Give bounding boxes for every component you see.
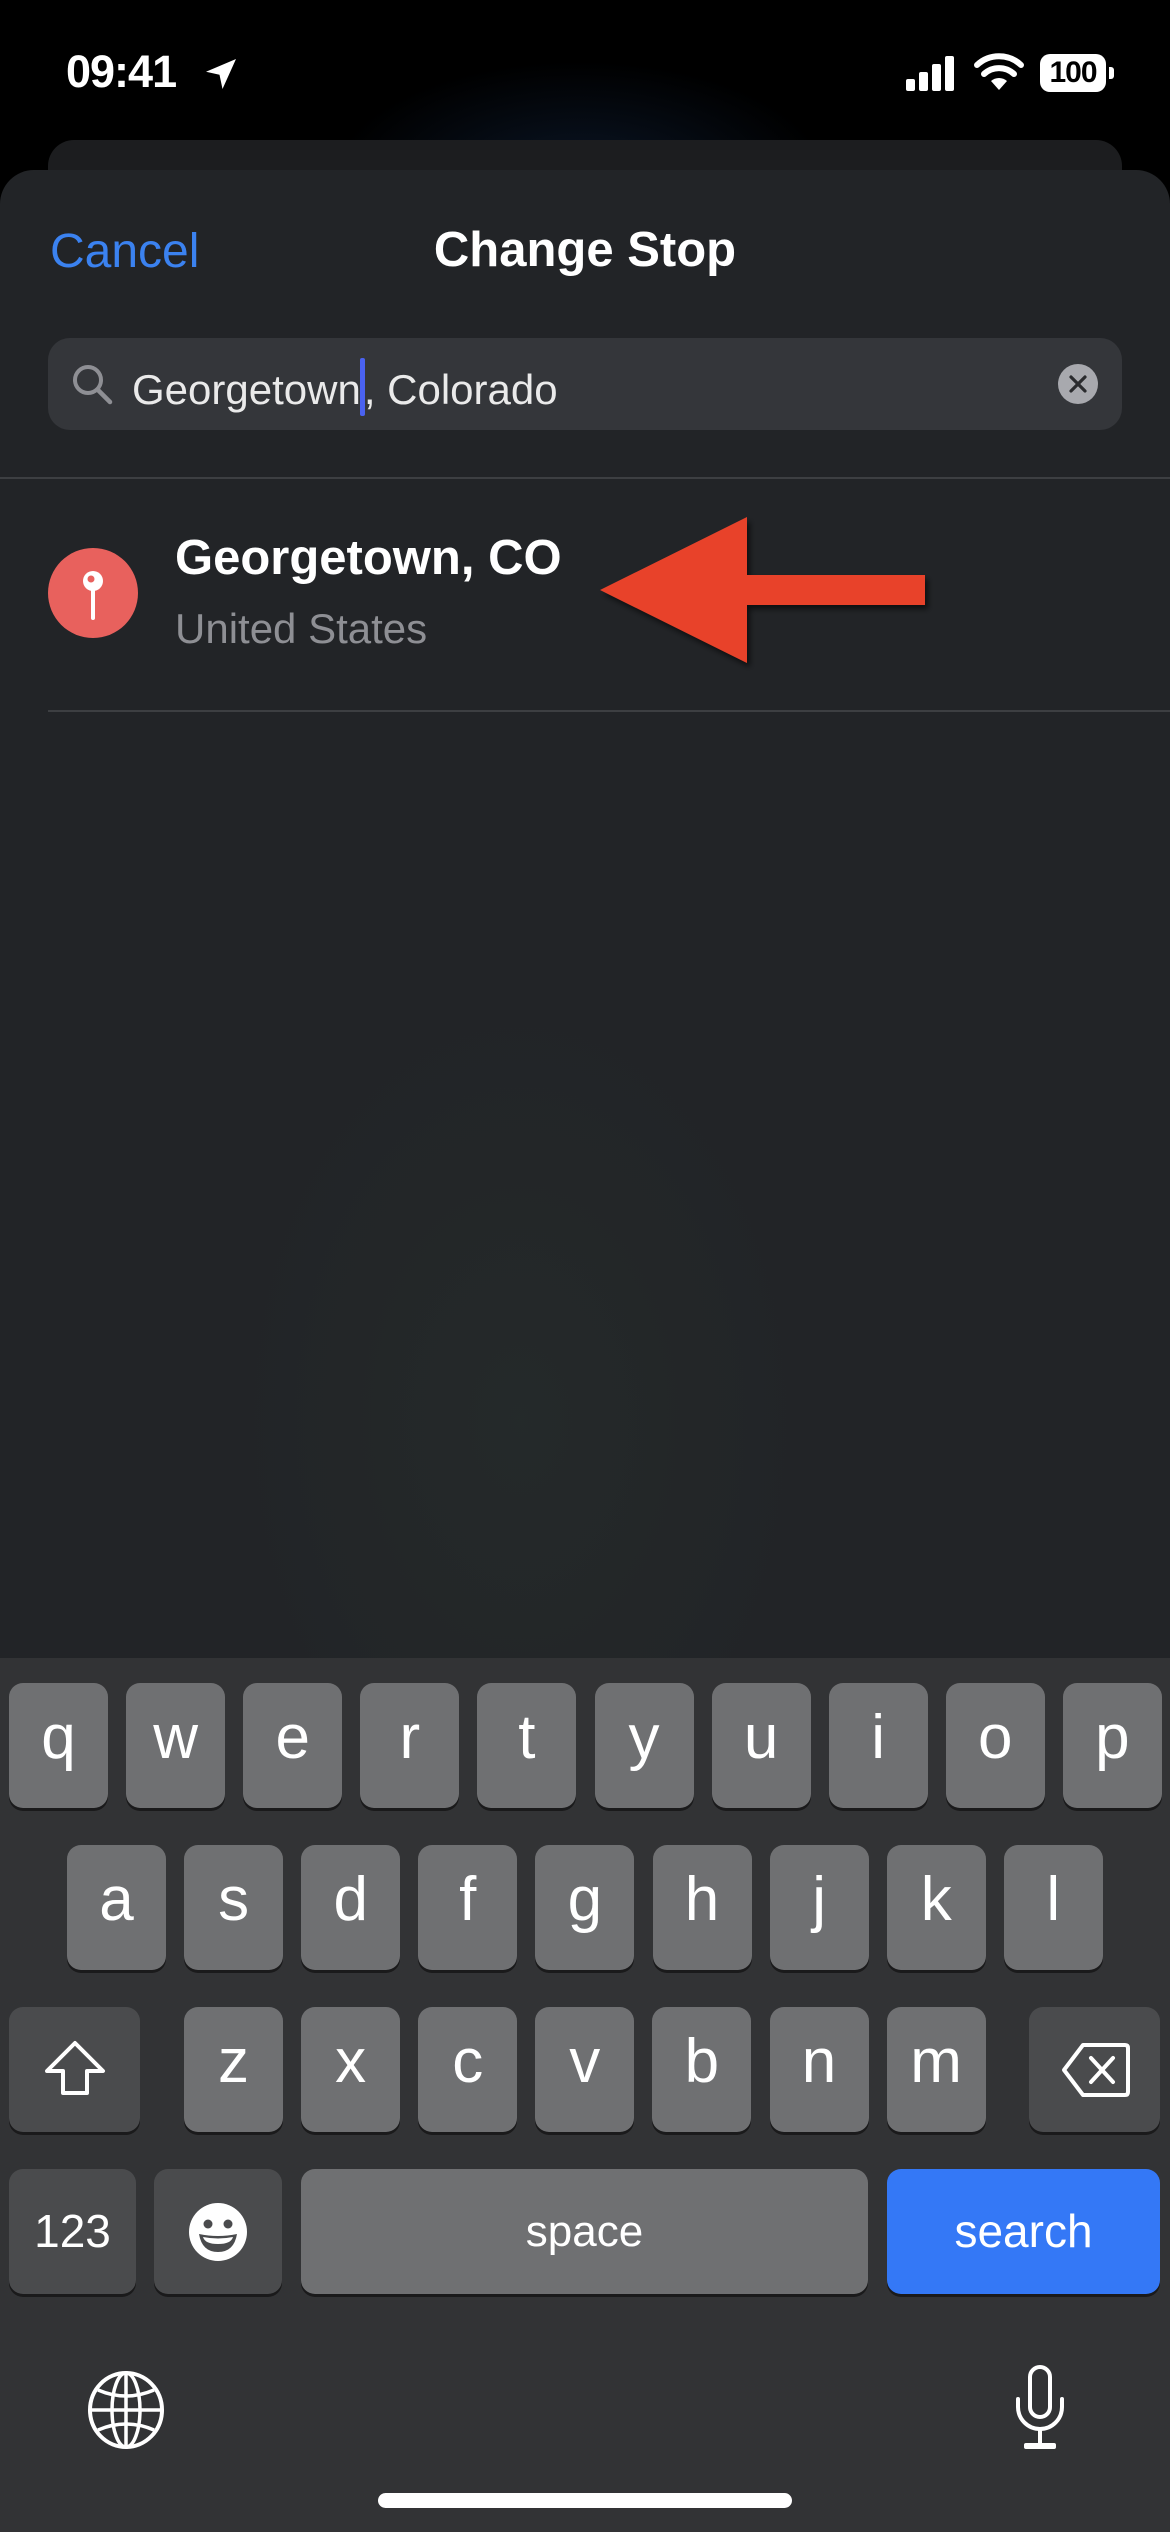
clear-x-icon [1069,375,1087,393]
key-y[interactable]: y [594,1683,694,1808]
battery-icon: 100 [1040,54,1115,92]
page-title: Change Stop [433,223,737,277]
key-i[interactable]: i [828,1683,928,1808]
key-f[interactable]: f [418,1845,518,1970]
shift-key[interactable] [9,2007,140,2132]
numbers-key[interactable]: 123 [9,2169,136,2294]
key-l[interactable]: l [1003,1845,1103,1970]
search-value-before-caret: Georgetown [132,366,361,413]
search-result-item[interactable]: Georgetown, CO United States [0,480,1170,710]
annotation-arrow-icon [600,517,925,663]
key-j[interactable]: j [769,1845,869,1970]
backspace-key[interactable] [1029,2007,1160,2132]
result-divider [48,710,1170,712]
key-h[interactable]: h [652,1845,752,1970]
key-m[interactable]: m [886,2007,986,2132]
key-z[interactable]: z [184,2007,283,2132]
key-a[interactable]: a [67,1845,166,1970]
cellular-signal-icon [906,56,954,91]
shift-arrow-icon [45,2041,105,2095]
key-w[interactable]: w [126,1683,226,1808]
location-arrow-icon [206,59,236,89]
key-e[interactable]: e [243,1683,343,1808]
key-p[interactable]: p [1062,1683,1162,1808]
search-key[interactable]: search [887,2169,1160,2294]
result-subtitle: United States [175,605,428,652]
emoji-key[interactable] [154,2169,282,2294]
search-divider [0,477,1170,479]
key-t[interactable]: t [477,1683,577,1808]
key-k[interactable]: k [886,1845,986,1970]
key-g[interactable]: g [535,1845,635,1970]
key-r[interactable]: r [360,1683,460,1808]
battery-level: 100 [1040,54,1106,92]
key-x[interactable]: x [301,2007,401,2132]
microphone-icon[interactable] [1010,2365,1070,2453]
search-value[interactable]: Georgetown, Colorado [132,358,558,416]
key-u[interactable]: u [711,1683,811,1808]
key-s[interactable]: s [184,1845,284,1970]
clear-search-button[interactable] [1058,364,1098,404]
backspace-icon [1062,2043,1130,2097]
key-n[interactable]: n [769,2007,869,2132]
result-title: Georgetown, CO [175,531,562,585]
key-c[interactable]: c [418,2007,518,2132]
key-o[interactable]: o [945,1683,1045,1808]
wifi-icon [974,53,1024,90]
key-b[interactable]: b [652,2007,752,2132]
space-key[interactable]: space [301,2169,868,2294]
magnifying-glass-icon [73,365,113,405]
search-input[interactable]: Georgetown, Colorado [48,338,1122,430]
search-value-after-caret: , Colorado [363,366,558,413]
key-d[interactable]: d [301,1845,401,1970]
map-pin-icon [48,548,138,638]
key-q[interactable]: q [9,1683,108,1808]
globe-icon[interactable] [86,2370,166,2450]
emoji-icon [189,2203,247,2261]
key-v[interactable]: v [535,2007,635,2132]
status-time: 09:41 [66,46,177,97]
battery-nub [1109,67,1114,79]
pin-glyph [83,571,103,620]
home-indicator[interactable] [378,2493,792,2508]
